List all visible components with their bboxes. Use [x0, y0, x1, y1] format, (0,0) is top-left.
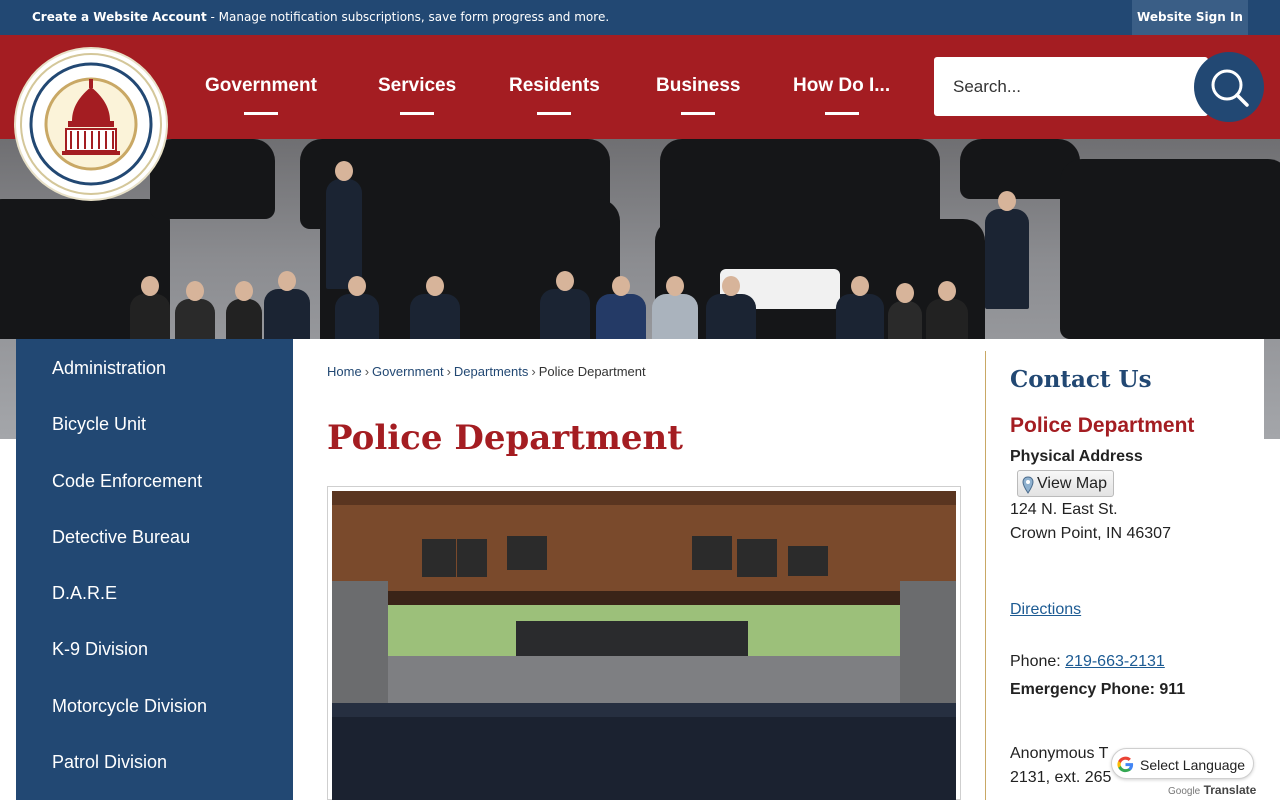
search-icon	[1211, 69, 1249, 107]
address-line-2: Crown Point, IN 46307	[1010, 525, 1171, 542]
powered-by-google: Google Translate	[1168, 783, 1256, 797]
view-map-button[interactable]: View Map	[1017, 470, 1114, 497]
sidebar-item-administration[interactable]: Administration	[52, 358, 166, 379]
google-brand: Google	[1168, 786, 1201, 797]
sidebar-nav: Administration Bicycle Unit Code Enforce…	[16, 339, 293, 800]
translate-word: Translate	[1203, 783, 1257, 797]
sidebar-item-code-enforcement[interactable]: Code Enforcement	[52, 471, 202, 492]
breadcrumb-government[interactable]: Government	[372, 364, 444, 379]
address-line-1: 124 N. East St.	[1010, 501, 1118, 518]
sign-in-button[interactable]: Website Sign In	[1132, 0, 1248, 35]
search-button[interactable]	[1194, 52, 1264, 122]
physical-address-label: Physical Address	[1010, 448, 1143, 465]
phone-link[interactable]: 219-663-2131	[1065, 653, 1165, 670]
utility-bar: Create a Website Account - Manage notifi…	[0, 0, 1280, 35]
city-seal-icon	[20, 53, 162, 195]
sidebar-item-detective-bureau[interactable]: Detective Bureau	[52, 527, 190, 548]
department-group-photo	[332, 491, 956, 800]
breadcrumb-home[interactable]: Home	[327, 364, 362, 379]
nav-residents[interactable]: Residents	[509, 75, 600, 115]
sidebar-item-motorcycle-division[interactable]: Motorcycle Division	[52, 696, 207, 717]
account-message: Create a Website Account - Manage notifi…	[32, 10, 609, 24]
sidebar-item-patrol-division[interactable]: Patrol Division	[52, 752, 167, 773]
page-title: Police Department	[327, 418, 683, 458]
map-pin-icon	[1022, 476, 1034, 494]
nav-label: How Do I...	[793, 75, 891, 96]
anonymous-tip-line-2: 2131, ext. 265	[1010, 769, 1112, 786]
phone-row: Phone: 219-663-2131	[1010, 653, 1165, 671]
create-account-link[interactable]: Create a Website Account	[32, 10, 207, 24]
nav-label: Government	[205, 75, 317, 96]
site-header: Government Services Residents Business H…	[0, 35, 1280, 139]
nav-services[interactable]: Services	[378, 75, 457, 115]
anonymous-tip-line-1: Anonymous T	[1010, 745, 1109, 762]
nav-how-do-i[interactable]: How Do I...	[793, 75, 891, 115]
column-divider	[985, 351, 986, 800]
select-language-dropdown[interactable]: Select Language	[1111, 748, 1254, 779]
search-input[interactable]	[934, 57, 1164, 116]
account-description: - Manage notification subscriptions, sav…	[206, 10, 610, 24]
directions-link[interactable]: Directions	[1010, 601, 1081, 619]
breadcrumb-departments[interactable]: Departments	[454, 364, 528, 379]
phone-label: Phone:	[1010, 653, 1066, 670]
google-g-icon	[1117, 756, 1134, 773]
sidebar-item-bicycle-unit[interactable]: Bicycle Unit	[52, 414, 146, 435]
nav-label: Services	[378, 75, 457, 96]
contact-heading: Contact Us	[1010, 366, 1152, 393]
select-language-label: Select Language	[1140, 757, 1246, 773]
breadcrumb-current: Police Department	[538, 364, 646, 379]
nav-label: Business	[656, 75, 741, 96]
contact-department-name: Police Department	[1010, 414, 1195, 437]
nav-government[interactable]: Government	[205, 75, 317, 115]
sidebar-item-k9-division[interactable]: K-9 Division	[52, 639, 148, 660]
breadcrumb: Home › Government › Departments › Police Depar…	[327, 364, 646, 379]
nav-business[interactable]: Business	[656, 75, 741, 115]
sidebar-item-dare[interactable]: D.A.R.E	[52, 583, 117, 604]
search-box	[934, 57, 1208, 116]
city-logo[interactable]	[16, 49, 166, 199]
nav-label: Residents	[509, 75, 600, 96]
emergency-phone: Emergency Phone: 911	[1010, 681, 1186, 698]
view-map-label: View Map	[1037, 475, 1107, 492]
